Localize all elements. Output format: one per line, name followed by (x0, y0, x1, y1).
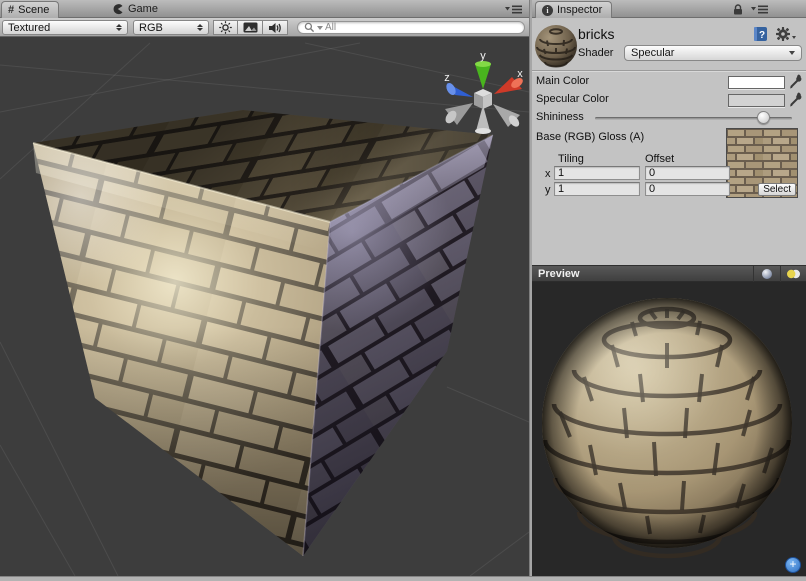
tab-game-label: Game (128, 3, 158, 15)
audio-icon (268, 22, 282, 34)
search-filter-arrow-icon (317, 26, 323, 30)
main-color-swatch[interactable] (728, 76, 785, 89)
help-icon: ? (759, 30, 765, 41)
inspector-panel-menu-icon[interactable] (751, 5, 769, 14)
scene-toolbar: Textured RGB (0, 18, 529, 37)
shininess-label: Shininess (536, 111, 584, 123)
search-filter-value: All (325, 22, 336, 33)
axis-gizmo[interactable]: y z x (443, 50, 524, 134)
image-icon (243, 22, 258, 33)
sun-icon (219, 21, 232, 34)
specular-color-picker-button[interactable] (789, 92, 802, 107)
lighting-toggle-button[interactable] (213, 20, 238, 35)
shader-label: Shader (578, 47, 613, 59)
header-divider (532, 70, 806, 71)
audio-toggle-button[interactable] (263, 20, 288, 35)
scene-tabbar: # Scene Game (0, 0, 529, 18)
stepper-icon (197, 24, 203, 32)
help-button[interactable]: ? (753, 26, 769, 42)
preview-sphere (532, 282, 806, 576)
preview-lighting-button[interactable] (780, 266, 806, 282)
gizmo-y-label: y (480, 50, 486, 62)
gizmo-x-label: x (517, 68, 523, 80)
y-row-label: y (545, 184, 551, 196)
tab-inspector-label: Inspector (557, 4, 602, 16)
offset-y-field[interactable] (645, 182, 730, 196)
color-mode-dropdown[interactable]: RGB (133, 20, 209, 35)
main-color-label: Main Color (536, 75, 589, 87)
inspector-info-icon: i (542, 5, 553, 16)
material-preview-ball (534, 24, 578, 68)
gizmo-y-cone[interactable] (475, 64, 491, 89)
gizmo-neg-y-base (475, 128, 491, 134)
gear-icon (776, 27, 796, 41)
dropdown-arrow-icon (789, 51, 795, 55)
scene-grid-icon: # (8, 5, 14, 15)
gizmo-z-label: z (444, 72, 450, 84)
slider-handle[interactable] (757, 111, 770, 124)
preview-title: Preview (538, 268, 580, 280)
texture-slot-label: Base (RGB) Gloss (A) (536, 131, 644, 143)
scene-viewport[interactable]: y z x (0, 37, 529, 576)
tab-inspector[interactable]: i Inspector (535, 1, 612, 18)
brick-cube[interactable] (33, 110, 493, 556)
tiling-y-field[interactable] (554, 182, 640, 196)
material-name: bricks (578, 26, 615, 42)
settings-button[interactable] (775, 26, 797, 42)
main-color-picker-button[interactable] (789, 74, 802, 89)
inspector-pane: i Inspector (532, 0, 806, 576)
color-mode-value: RGB (139, 22, 191, 34)
preview-shape-button[interactable] (753, 266, 779, 282)
preview-area[interactable]: + (532, 282, 806, 576)
unity-editor-window: # Scene Game Textured RGB (0, 0, 806, 581)
scene-search-field[interactable]: All (297, 21, 525, 34)
overlay-toggle-button[interactable] (238, 20, 263, 35)
search-icon (304, 22, 315, 33)
preview-sphere-icon (761, 268, 773, 280)
eyedropper-icon (790, 92, 801, 106)
shininess-slider[interactable] (595, 110, 792, 126)
tiling-label: Tiling (558, 153, 584, 165)
scene-panel-menu-icon[interactable] (505, 5, 523, 14)
shader-value: Specular (631, 47, 674, 59)
texture-thumbnail[interactable]: Select (726, 128, 798, 198)
inspector-tabbar: i Inspector (532, 0, 806, 18)
lock-icon[interactable] (733, 4, 743, 15)
render-mode-dropdown[interactable]: Textured (2, 20, 128, 35)
window-bottom-edge (0, 576, 806, 581)
add-icon: + (789, 557, 796, 571)
offset-label: Offset (645, 153, 674, 165)
x-row-label: x (545, 168, 551, 180)
tab-scene[interactable]: # Scene (1, 1, 59, 18)
tab-game[interactable]: Game (112, 0, 158, 18)
specular-color-swatch[interactable] (728, 94, 785, 107)
stepper-icon (116, 24, 122, 32)
offset-x-field[interactable] (645, 166, 730, 180)
shader-dropdown[interactable]: Specular (624, 45, 802, 61)
texture-select-button[interactable]: Select (758, 183, 796, 196)
preview-header[interactable]: Preview (532, 265, 806, 282)
game-icon (112, 3, 124, 15)
eyedropper-icon (790, 74, 801, 88)
specular-color-label: Specular Color (536, 93, 609, 105)
tab-scene-label: Scene (18, 4, 49, 16)
tiling-x-field[interactable] (554, 166, 640, 180)
render-mode-value: Textured (8, 22, 110, 34)
preview-lighting-icon (786, 269, 801, 279)
preview-add-button[interactable]: + (785, 557, 801, 573)
